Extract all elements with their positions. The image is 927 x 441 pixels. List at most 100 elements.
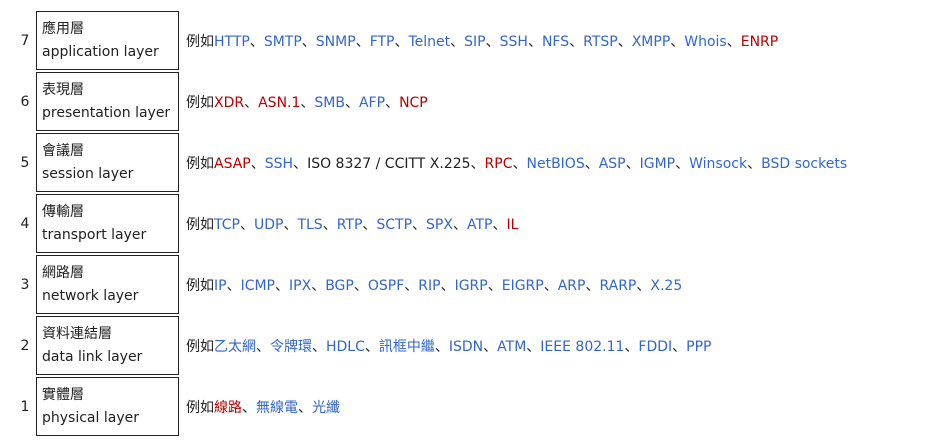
separator: 、 bbox=[625, 155, 640, 172]
protocol-link[interactable]: UDP bbox=[254, 217, 283, 233]
protocol-link[interactable]: Winsock bbox=[689, 156, 747, 172]
examples-prefix: 例如 bbox=[186, 94, 214, 111]
protocol-redlink[interactable]: IL bbox=[506, 217, 518, 233]
examples-prefix: 例如 bbox=[186, 155, 214, 172]
protocol-link[interactable]: 訊框中繼 bbox=[379, 339, 435, 355]
separator: 、 bbox=[311, 277, 326, 294]
separator: 、 bbox=[585, 277, 600, 294]
protocol-link[interactable]: IGRP bbox=[455, 278, 488, 294]
separator: 、 bbox=[672, 338, 687, 355]
protocol-link[interactable]: HTTP bbox=[214, 34, 250, 50]
separator: 、 bbox=[675, 155, 690, 172]
separator: 、 bbox=[483, 338, 498, 355]
protocol-link[interactable]: TCP bbox=[214, 217, 240, 233]
examples-prefix: 例如 bbox=[186, 216, 214, 233]
protocol-link[interactable]: ICMP bbox=[241, 278, 275, 294]
separator: 、 bbox=[242, 399, 256, 416]
layer-row: 1 實體層 physical layer 例如線路、無線電、光纖 bbox=[14, 377, 847, 436]
separator: 、 bbox=[404, 277, 419, 294]
protocol-link[interactable]: 令牌環 bbox=[270, 339, 312, 355]
protocol-link[interactable]: EIGRP bbox=[502, 278, 544, 294]
protocol-link[interactable]: AFP bbox=[359, 95, 385, 111]
layer-number: 2 bbox=[20, 337, 30, 354]
separator: 、 bbox=[394, 33, 409, 50]
protocol-link[interactable]: RTP bbox=[337, 217, 363, 233]
layer-name-en: data link layer bbox=[42, 348, 143, 365]
layer-name-en: application layer bbox=[42, 43, 159, 60]
protocol-link[interactable]: ATP bbox=[467, 217, 492, 233]
protocol-link[interactable]: Whois bbox=[684, 34, 726, 50]
protocol-link[interactable]: X.25 bbox=[650, 278, 682, 294]
layer-examples: 例如IP、ICMP、IPX、BGP、OSPF、RIP、IGRP、EIGRP、AR… bbox=[179, 255, 847, 314]
protocol-link[interactable]: RARP bbox=[599, 278, 636, 294]
protocol-link[interactable]: SMTP bbox=[264, 34, 302, 50]
protocol-link[interactable]: TLS bbox=[297, 217, 322, 233]
protocol-link[interactable]: ARP bbox=[558, 278, 586, 294]
layer-name-en: session layer bbox=[42, 165, 134, 182]
separator: 、 bbox=[385, 94, 400, 111]
protocol-link[interactable]: NFS bbox=[542, 34, 569, 50]
protocol-link[interactable]: ISDN bbox=[449, 339, 483, 355]
protocol-link[interactable]: 光纖 bbox=[312, 400, 340, 416]
protocol-link[interactable]: RTSP bbox=[583, 34, 618, 50]
protocol-redlink[interactable]: NCP bbox=[399, 95, 428, 111]
separator: 、 bbox=[250, 155, 265, 172]
protocol-link[interactable]: SIP bbox=[464, 34, 485, 50]
separator: 、 bbox=[249, 33, 264, 50]
separator: 、 bbox=[636, 277, 651, 294]
protocol-link[interactable]: IEEE 802.11 bbox=[540, 339, 624, 355]
protocol-link[interactable]: BGP bbox=[325, 278, 354, 294]
examples-prefix: 例如 bbox=[186, 338, 214, 355]
protocol-link[interactable]: SCTP bbox=[376, 217, 412, 233]
protocol-link[interactable]: OSPF bbox=[368, 278, 404, 294]
layer-row: 5 會議層 session layer 例如ASAP、SSH、ISO 8327 /… bbox=[14, 133, 847, 192]
protocol-redlink[interactable]: ENRP bbox=[741, 34, 779, 50]
protocol-link[interactable]: IPX bbox=[289, 278, 311, 294]
protocol-link[interactable]: SPX bbox=[426, 217, 453, 233]
protocol-link[interactable]: BSD sockets bbox=[761, 156, 847, 172]
protocol-redlink[interactable]: ASN.1 bbox=[258, 95, 300, 111]
separator: 、 bbox=[584, 155, 599, 172]
protocol-link[interactable]: SSH bbox=[265, 156, 293, 172]
protocol-link[interactable]: ASP bbox=[599, 156, 626, 172]
layer-row: 7 應用層 application layer 例如HTTP、SMTP、SNMP、… bbox=[14, 11, 847, 70]
protocol-link[interactable]: RIP bbox=[418, 278, 440, 294]
separator: 、 bbox=[344, 94, 359, 111]
separator: 、 bbox=[239, 216, 254, 233]
protocol-link[interactable]: Telnet bbox=[409, 34, 451, 50]
separator: 、 bbox=[470, 155, 485, 172]
protocol-link[interactable]: IGMP bbox=[640, 156, 676, 172]
examples-prefix: 例如 bbox=[186, 277, 214, 294]
protocol-redlink[interactable]: XDR bbox=[214, 95, 244, 111]
layer-row: 2 資料連結層 data link layer 例如乙太網、令牌環、HDLC、訊框… bbox=[14, 316, 847, 375]
layer-examples: 例如乙太網、令牌環、HDLC、訊框中繼、ISDN、ATM、IEEE 802.11… bbox=[179, 316, 847, 375]
separator: 、 bbox=[362, 216, 377, 233]
protocol-link[interactable]: IP bbox=[214, 278, 227, 294]
layer-name-box: 實體層 physical layer bbox=[36, 377, 179, 436]
protocol-redlink[interactable]: ASAP bbox=[214, 156, 251, 172]
protocol-redlink[interactable]: RPC bbox=[485, 156, 513, 172]
protocol-link[interactable]: 無線電 bbox=[256, 400, 298, 416]
protocol-link[interactable]: SNMP bbox=[316, 34, 356, 50]
protocol-text: ISO 8327 / CCITT X.225 bbox=[307, 155, 471, 172]
layer-number: 1 bbox=[20, 398, 30, 415]
protocol-link[interactable]: ATM bbox=[497, 339, 526, 355]
layer-name-box: 會議層 session layer bbox=[36, 133, 179, 192]
layer-name-box: 應用層 application layer bbox=[36, 11, 179, 70]
protocol-link[interactable]: NetBIOS bbox=[527, 156, 585, 172]
separator: 、 bbox=[412, 216, 427, 233]
protocol-link[interactable]: 乙太網 bbox=[214, 339, 256, 355]
layer-number: 4 bbox=[20, 215, 30, 232]
protocol-link[interactable]: XMPP bbox=[632, 34, 671, 50]
protocol-link[interactable]: FDDI bbox=[638, 339, 672, 355]
layer-number: 6 bbox=[20, 93, 30, 110]
protocol-link[interactable]: FTP bbox=[370, 34, 395, 50]
separator: 、 bbox=[450, 33, 465, 50]
protocol-link[interactable]: HDLC bbox=[326, 339, 365, 355]
protocol-redlink[interactable]: 線路 bbox=[214, 400, 242, 416]
protocol-link[interactable]: SMB bbox=[314, 95, 345, 111]
osi-layers-table: 7 應用層 application layer 例如HTTP、SMTP、SNMP、… bbox=[14, 9, 847, 438]
protocol-link[interactable]: SSH bbox=[500, 34, 528, 50]
separator: 、 bbox=[569, 33, 584, 50]
protocol-link[interactable]: PPP bbox=[686, 339, 711, 355]
